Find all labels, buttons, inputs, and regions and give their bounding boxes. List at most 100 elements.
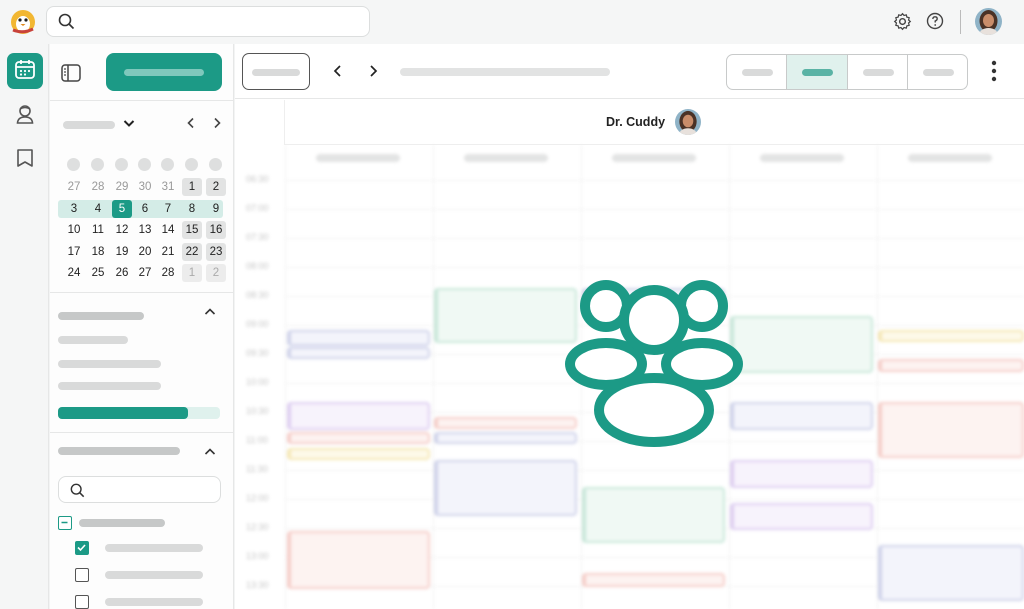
date-range-label [400, 68, 610, 76]
weekday-label [67, 158, 80, 171]
appointment-block[interactable] [434, 460, 577, 516]
rail-item-calendar[interactable] [7, 53, 43, 89]
select-all-checkbox[interactable] [58, 516, 72, 530]
resource-name: Dr. Cuddy [606, 115, 666, 129]
chevron-down-icon[interactable] [122, 116, 136, 135]
time-label: 13:00 [246, 551, 269, 561]
resource-search-input[interactable] [58, 476, 221, 503]
appointment-block[interactable] [287, 347, 430, 359]
appointment-block[interactable] [434, 288, 577, 343]
gear-icon[interactable] [893, 12, 912, 36]
mini-calendar-day[interactable]: 9 [206, 200, 226, 218]
top-bar [0, 0, 1024, 44]
mini-calendar-day[interactable]: 2 [206, 264, 226, 282]
mini-calendar-day[interactable]: 25 [88, 264, 108, 282]
resource-checkbox[interactable] [75, 595, 89, 609]
appointment-block[interactable] [878, 359, 1024, 372]
mini-calendar-day[interactable]: 12 [112, 221, 132, 239]
appointment-block[interactable] [582, 573, 725, 587]
view-list-button[interactable] [908, 55, 967, 89]
mini-calendar-day[interactable]: 21 [158, 243, 178, 261]
appointment-block[interactable] [287, 448, 430, 460]
appointment-block[interactable] [434, 432, 577, 444]
appointment-block[interactable] [878, 402, 1024, 458]
new-appointment-button[interactable] [106, 53, 222, 91]
user-avatar[interactable] [975, 8, 1002, 35]
appointment-block[interactable] [730, 460, 873, 488]
mini-calendar-day[interactable]: 15 [182, 221, 202, 239]
mini-calendar-day[interactable]: 24 [64, 264, 84, 282]
mini-calendar-day[interactable]: 28 [158, 264, 178, 282]
day-column[interactable] [729, 145, 877, 609]
mini-calendar-day[interactable]: 1 [182, 264, 202, 282]
mini-calendar-day[interactable]: 3 [64, 200, 84, 218]
resource-label [105, 544, 203, 552]
mini-calendar-day[interactable]: 7 [158, 200, 178, 218]
mini-calendar-day-selected[interactable]: 5 [112, 199, 132, 218]
more-options-icon[interactable] [991, 60, 997, 87]
view-week-button[interactable] [787, 55, 848, 89]
time-label: 10:00 [246, 377, 269, 387]
side-panel: 27 28 29 30 31 1 2 3 4 5 6 7 8 9 10 11 12 13 14 15 16 17 18 19 2… [50, 44, 234, 609]
mini-calendar-day[interactable]: 2 [206, 178, 226, 196]
calendar-toolbar [235, 44, 1024, 99]
filter-option[interactable] [58, 360, 161, 368]
chevron-up-icon[interactable] [203, 305, 217, 324]
chevron-right-icon[interactable] [210, 116, 224, 135]
filter-option[interactable] [58, 336, 128, 344]
mini-calendar-day[interactable]: 13 [135, 221, 155, 239]
mini-calendar-day[interactable]: 16 [206, 221, 226, 239]
mini-calendar-day[interactable]: 28 [88, 178, 108, 196]
appointment-block[interactable] [582, 487, 725, 543]
mini-calendar-day[interactable]: 4 [88, 200, 108, 218]
appointment-block[interactable] [287, 531, 430, 589]
chevron-right-icon[interactable] [366, 64, 380, 83]
view-month-button[interactable] [848, 55, 908, 89]
mini-calendar-day[interactable]: 31 [158, 178, 178, 196]
appointment-block[interactable] [878, 330, 1024, 342]
rail-item-patients[interactable] [7, 98, 43, 134]
day-column[interactable] [433, 145, 581, 609]
mini-calendar-day[interactable]: 26 [112, 264, 132, 282]
mini-calendar-day[interactable]: 27 [135, 264, 155, 282]
view-day-button[interactable] [727, 55, 788, 89]
resource-checkbox[interactable] [75, 541, 89, 555]
filter-option[interactable] [58, 382, 161, 390]
mini-calendar-day[interactable]: 1 [182, 178, 202, 196]
penguin-logo-icon[interactable] [9, 8, 37, 36]
mini-calendar-day[interactable]: 29 [112, 178, 132, 196]
mini-calendar-day[interactable]: 14 [158, 221, 178, 239]
appointment-block[interactable] [878, 545, 1024, 601]
mini-calendar-day[interactable]: 17 [64, 243, 84, 261]
global-search-input[interactable] [46, 6, 370, 37]
mini-calendar-day[interactable]: 20 [135, 243, 155, 261]
chevron-left-icon[interactable] [331, 64, 345, 83]
mini-calendar-day[interactable]: 8 [182, 200, 202, 218]
rail-item-library[interactable] [7, 142, 43, 178]
chevron-up-icon[interactable] [203, 445, 217, 464]
mini-calendar-day[interactable]: 6 [135, 200, 155, 218]
mini-calendar-day[interactable]: 18 [88, 243, 108, 261]
sidebar-toggle-icon[interactable] [61, 64, 81, 87]
mini-calendar-day[interactable]: 19 [112, 243, 132, 261]
appointment-block[interactable] [287, 432, 430, 444]
appointment-block[interactable] [730, 402, 873, 430]
appointment-block[interactable] [434, 417, 577, 429]
mini-calendar-day[interactable]: 22 [182, 242, 202, 261]
mini-calendar-day[interactable]: 11 [88, 221, 108, 239]
divider [50, 292, 234, 293]
help-icon[interactable] [926, 12, 944, 35]
day-column[interactable] [877, 145, 1024, 609]
appointment-block[interactable] [730, 503, 873, 530]
mini-calendar-day[interactable]: 23 [206, 242, 226, 261]
calendar-icon [14, 58, 36, 85]
resource-checkbox[interactable] [75, 568, 89, 582]
appointment-block[interactable] [287, 402, 430, 430]
today-button[interactable] [242, 53, 310, 90]
appointment-block[interactable] [287, 330, 430, 346]
chevron-left-icon[interactable] [184, 116, 198, 135]
mini-calendar-day[interactable]: 27 [64, 178, 84, 196]
mini-calendar-day[interactable]: 10 [64, 221, 84, 239]
appointment-block[interactable] [730, 316, 873, 373]
mini-calendar-day[interactable]: 30 [135, 178, 155, 196]
